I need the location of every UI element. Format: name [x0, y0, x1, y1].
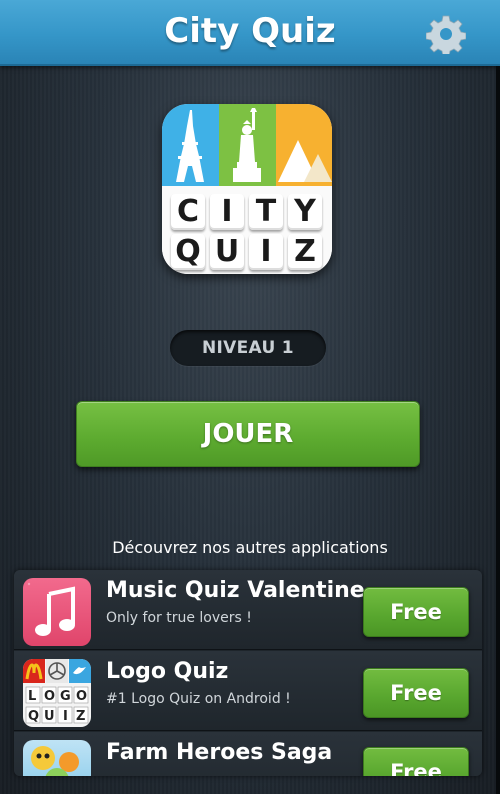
svg-text:U: U	[44, 709, 55, 724]
svg-text:Z: Z	[76, 709, 85, 724]
statue-of-liberty-icon	[219, 104, 276, 186]
app-name: Music Quiz Valentine	[106, 578, 365, 603]
app-row-farm-heroes[interactable]: Farm Heroes Saga Free	[14, 732, 482, 776]
svg-text:Q: Q	[28, 709, 39, 724]
app-name: Logo Quiz	[106, 659, 229, 684]
logo-tiles: C I T Y Q U I Z	[162, 186, 332, 274]
logo-tile: Q	[171, 234, 205, 270]
discover-heading: Découvrez nos autres applications	[112, 538, 388, 557]
svg-text:O: O	[76, 689, 87, 704]
level-badge: NIVEAU 1	[170, 330, 326, 366]
city-quiz-logo: C I T Y Q U I Z	[162, 104, 332, 274]
app-subtitle: #1 Logo Quiz on Android !	[106, 691, 291, 707]
pyramids-icon	[276, 104, 332, 186]
app-row-logo-quiz[interactable]: L O G O Q U I Z Logo Quiz #1 Logo Quiz o…	[14, 651, 482, 731]
svg-text:I: I	[63, 709, 68, 724]
play-button[interactable]: JOUER	[76, 401, 420, 467]
free-button[interactable]: Free	[363, 587, 469, 637]
logo-tile: C	[171, 194, 205, 230]
logo-tile: Z	[288, 234, 322, 270]
app-subtitle: Only for true lovers !	[106, 610, 252, 626]
logo-tile: Y	[288, 194, 322, 230]
logo-quiz-icon: L O G O Q U I Z	[23, 659, 91, 727]
eiffel-tower-icon	[162, 104, 219, 186]
header-title: City Quiz	[164, 11, 336, 51]
app-header: City Quiz	[0, 0, 500, 66]
right-edge-bar	[496, 66, 500, 794]
app-name: Farm Heroes Saga	[106, 740, 333, 765]
app-screen: City Quiz C I T Y Q U I Z NIVEAU 1 JOUER…	[0, 0, 500, 794]
music-note-icon	[23, 578, 91, 646]
other-apps-list: Music Quiz Valentine Only for true lover…	[14, 570, 482, 776]
logo-tile: T	[249, 194, 283, 230]
logo-tile: U	[210, 234, 244, 270]
gear-icon[interactable]	[426, 14, 466, 54]
farm-heroes-icon	[23, 740, 91, 776]
free-button[interactable]: Free	[363, 747, 469, 776]
svg-text:O: O	[44, 689, 55, 704]
svg-text:G: G	[60, 689, 71, 704]
svg-text:L: L	[28, 689, 36, 704]
logo-tile: I	[249, 234, 283, 270]
app-row-music-quiz[interactable]: Music Quiz Valentine Only for true lover…	[14, 570, 482, 650]
free-button[interactable]: Free	[363, 668, 469, 718]
logo-tile: I	[210, 194, 244, 230]
